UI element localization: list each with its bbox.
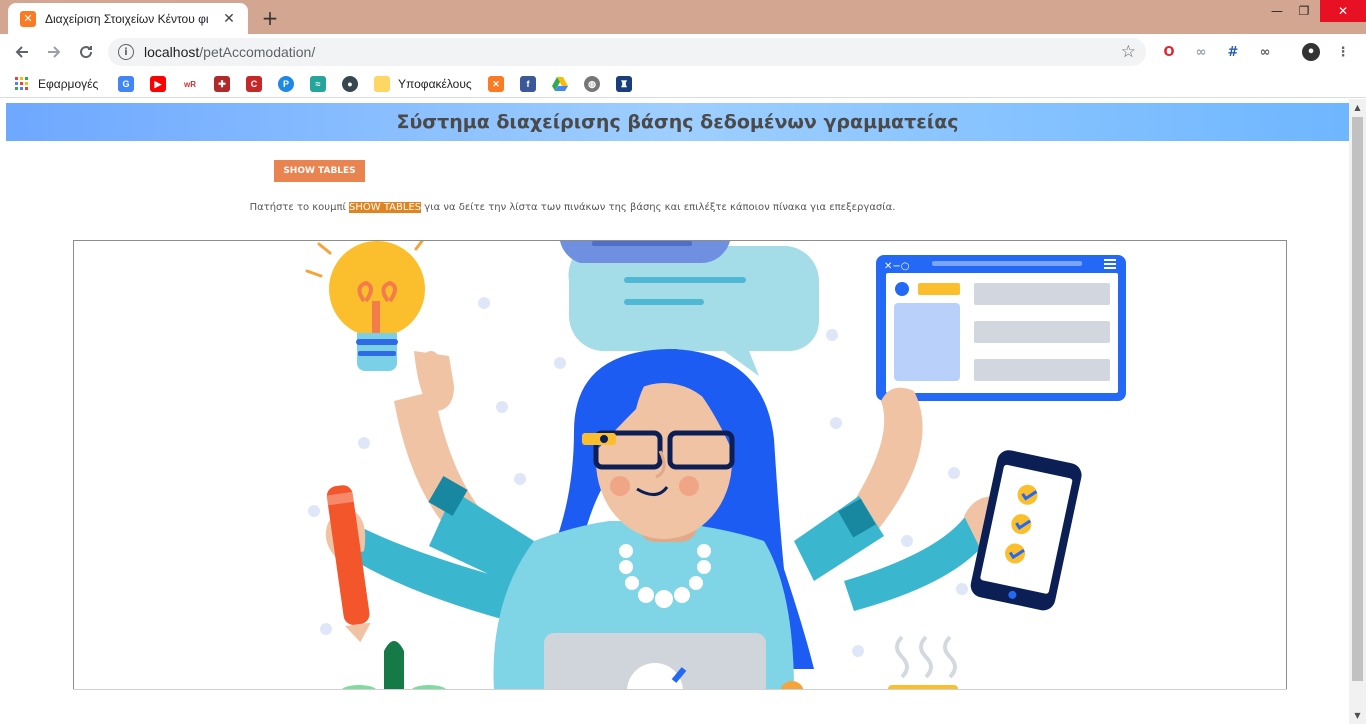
page-title: Σύστημα διαχείρισης βάσης δεδομένων γραμ… [396,111,959,133]
infinity-extension-icon[interactable]: ∞ [1256,43,1274,61]
tab-close-icon[interactable]: ✕ [220,10,238,28]
instructions-text: Πατήστε το κουμπί SHOW TABLES για να δεί… [249,202,896,213]
bookmark-folder[interactable]: Υποφακέλους [374,75,472,93]
drive-icon [552,76,568,92]
crest-icon: ♜ [616,76,632,92]
info-icon[interactable]: i [118,44,134,60]
tab-title: Διαχείριση Στοιχείων Κέντου φι [45,11,209,26]
address-bar[interactable]: i localhost/petAccomodation/ ☆ [108,38,1146,66]
bookmark-globe[interactable]: ◍ [584,75,600,93]
scroll-thumb[interactable] [1352,117,1363,681]
p-icon: P [278,76,294,92]
scroll-up-icon[interactable]: ▲ [1349,99,1366,116]
opera-icon[interactable]: O [1160,43,1178,61]
scroll-down-icon[interactable]: ▼ [1349,707,1366,724]
profile-avatar[interactable]: • [1302,43,1320,61]
translate-icon: G [118,76,134,92]
forward-icon[interactable] [42,40,66,64]
show-tables-button[interactable]: SHOW TABLES [274,160,365,182]
c-icon: C [246,76,262,92]
folder-icon [374,76,390,92]
xampp-icon: ✕ [20,10,36,27]
bookmark-crest[interactable]: ♜ [616,75,632,93]
browser-tab[interactable]: ✕ Διαχείριση Στοιχείων Κέντου φι ✕ [8,3,248,34]
wordreference-icon: wR [182,76,198,92]
facebook-icon: f [520,76,536,92]
xampp-icon: ✕ [488,76,504,92]
multitasking-woman-illustration: ✕−○ [305,241,1126,690]
illustration: ✕−○ [73,240,1287,690]
page-viewport: Σύστημα διαχείρισης βάσης δεδομένων γραμ… [0,99,1366,724]
bookmark-p[interactable]: P [278,75,294,93]
bookmark-translate[interactable]: G [118,75,134,93]
globe-icon: ◍ [584,76,600,92]
bookmarks-bar: Εφαρμογές G ▶ wR ✚ C P ≈ ● Υποφακέλους ✕… [0,70,1366,98]
bookmark-apps[interactable]: Εφαρμογές [14,75,98,93]
bookmark-facebook[interactable]: f [520,75,536,93]
hash-extension-icon[interactable]: # [1224,43,1242,61]
bookmark-star-icon[interactable]: ☆ [1121,42,1136,62]
apps-grid-icon [14,76,30,92]
bookmark-c[interactable]: C [246,75,262,93]
tab-strip: ✕ Διαχείριση Στοιχείων Κέντου φι ✕ + — ❐… [0,0,1366,34]
window-close-icon[interactable]: ✕ [1320,0,1366,22]
illustration-bottom-edge [73,689,1287,690]
minimize-icon[interactable]: — [1262,0,1292,22]
youtube-icon: ▶ [150,76,166,92]
instructions-highlight: SHOW TABLES [349,202,422,213]
reload-icon[interactable] [74,40,98,64]
vertical-scrollbar[interactable]: ▲ ▼ [1349,99,1366,724]
restore-icon[interactable]: ❐ [1289,0,1319,22]
browser-toolbar: i localhost/petAccomodation/ ☆ O ∞ # ∞ •… [0,34,1366,70]
link-extension-icon[interactable]: ∞ [1192,43,1210,61]
bookmark-circle[interactable]: ● [342,75,358,93]
url-text: localhost/petAccomodation/ [144,44,316,60]
bookmark-youtube[interactable]: ▶ [150,75,166,93]
bookmark-drive[interactable] [552,75,568,93]
book-icon: ≈ [310,76,326,92]
circle-logo-icon: ● [342,76,358,92]
back-icon[interactable] [10,40,34,64]
new-tab-icon[interactable]: + [258,6,282,30]
header-banner: Σύστημα διαχείρισης βάσης δεδομένων γραμ… [6,103,1349,141]
menu-icon[interactable]: ⋮ [1334,43,1352,61]
bookmark-xampp[interactable]: ✕ [488,75,504,93]
bookmark-university[interactable]: ✚ [214,75,230,93]
university-crest-icon: ✚ [214,76,230,92]
bookmark-wordreference[interactable]: wR [182,75,198,93]
bookmark-book[interactable]: ≈ [310,75,326,93]
svg-text:✕−○: ✕−○ [884,261,909,272]
